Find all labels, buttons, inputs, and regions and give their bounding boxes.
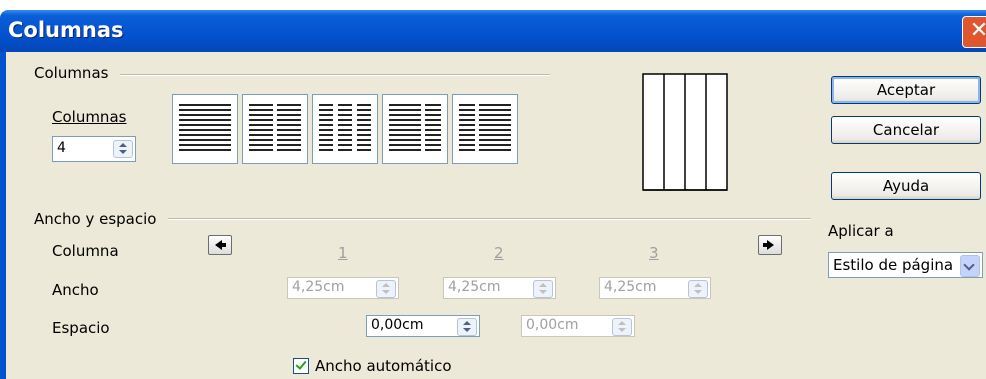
apply-to-value: Estilo de página <box>833 256 954 274</box>
apply-to-select[interactable]: Estilo de página <box>828 252 983 278</box>
spin-arrows-icon[interactable] <box>376 280 396 298</box>
apply-to-label: Aplicar a <box>828 222 894 240</box>
column-number-2: 2 <box>494 244 504 262</box>
help-button[interactable]: Ayuda <box>831 172 981 200</box>
three-columns-preset-icon <box>319 104 371 151</box>
title-bar[interactable]: Columnas ✕ <box>0 10 986 52</box>
previous-columns-button[interactable] <box>208 235 232 255</box>
spacing-value-2: 0,00cm <box>526 317 579 333</box>
page-preview <box>642 73 728 191</box>
dialog-body: Columnas Columnas 4 Ancho y espacio Colu… <box>0 52 986 379</box>
spacing-field-2[interactable]: 0,00cm <box>521 315 635 337</box>
preset-two-columns[interactable] <box>242 94 308 164</box>
preset-three-columns[interactable] <box>312 94 378 164</box>
preset-wide-left[interactable] <box>382 94 448 164</box>
width-field-column-2[interactable]: 4,25cm <box>443 277 556 299</box>
spin-arrows-icon[interactable] <box>533 280 553 298</box>
preset-one-column[interactable] <box>172 94 238 164</box>
columns-section-title: Columnas <box>34 64 109 82</box>
auto-width-checkbox[interactable] <box>293 358 309 374</box>
one-column-preset-icon <box>179 104 231 151</box>
next-columns-button[interactable] <box>758 235 782 255</box>
close-button[interactable]: ✕ <box>962 16 986 48</box>
chevron-down-icon[interactable] <box>960 255 980 277</box>
two-columns-wide-left-preset-icon <box>389 104 441 151</box>
spin-arrows-icon[interactable] <box>612 318 632 336</box>
preset-wide-right[interactable] <box>452 94 518 164</box>
columns-count-stepper[interactable]: 4 <box>52 136 136 162</box>
spacing-field-1[interactable]: 0,00cm <box>366 315 480 337</box>
columns-count-value: 4 <box>57 140 66 156</box>
width-spacing-section-title: Ancho y espacio <box>34 210 157 228</box>
columns-dialog: Columnas ✕ Columnas Columnas 4 Ancho y e… <box>0 0 986 379</box>
ok-button[interactable]: Aceptar <box>831 76 981 104</box>
width-value-3: 4,25cm <box>604 279 657 295</box>
dialog-title: Columnas <box>8 18 124 42</box>
column-number-3: 3 <box>649 244 659 262</box>
width-field-column-1[interactable]: 4,25cm <box>287 277 399 299</box>
auto-width-label[interactable]: Ancho automático <box>315 357 452 375</box>
width-value-2: 4,25cm <box>448 279 501 295</box>
width-value-1: 4,25cm <box>292 279 345 295</box>
column-number-1: 1 <box>338 244 348 262</box>
spin-arrows-icon[interactable] <box>457 318 477 336</box>
cancel-button[interactable]: Cancelar <box>831 116 981 144</box>
two-columns-wide-right-preset-icon <box>459 104 511 151</box>
spin-arrows-icon[interactable] <box>688 280 708 298</box>
close-icon: ✕ <box>969 18 986 43</box>
column-row-label: Columna <box>52 242 119 260</box>
spacing-value-1: 0,00cm <box>371 317 424 333</box>
spin-arrows-icon[interactable] <box>113 140 133 158</box>
width-row-label: Ancho <box>52 281 99 299</box>
width-spacing-divider <box>168 218 811 220</box>
columns-count-label: Columnas <box>52 108 127 126</box>
spacing-row-label: Espacio <box>52 319 110 337</box>
two-columns-preset-icon <box>249 104 301 151</box>
columns-section-divider <box>120 74 550 76</box>
width-field-column-3[interactable]: 4,25cm <box>599 277 711 299</box>
